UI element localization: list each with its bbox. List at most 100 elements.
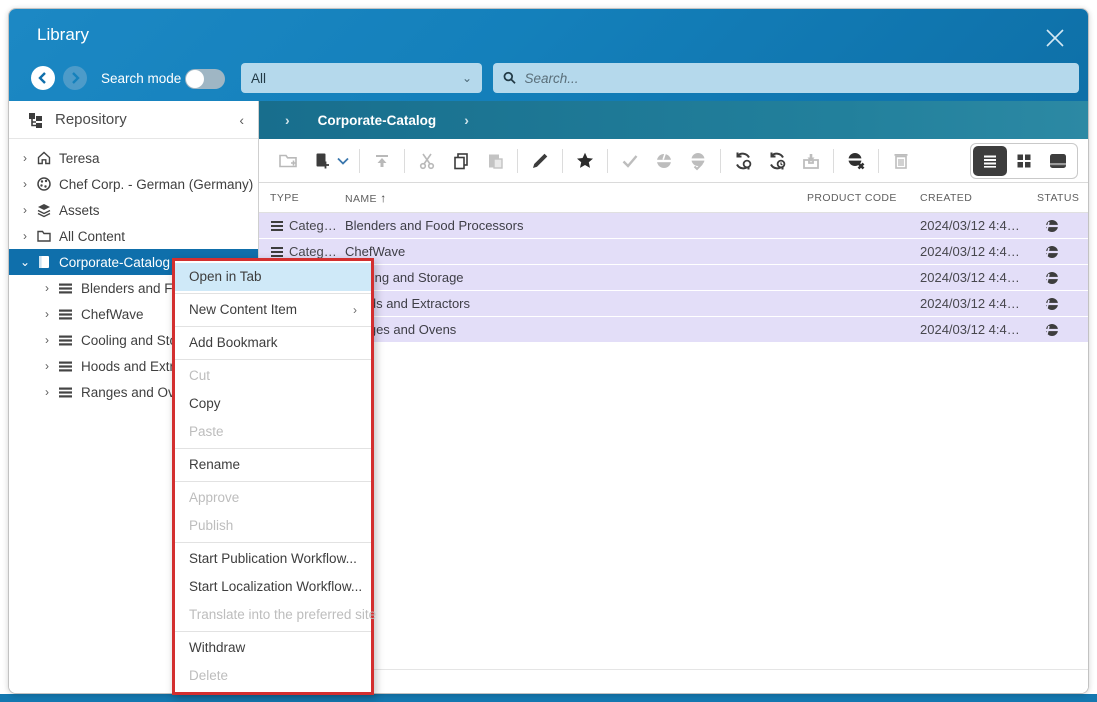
name-cell: Ranges and Ovens xyxy=(345,322,807,337)
tree-item-label: Corporate-Catalog xyxy=(59,255,170,270)
tree-item-label: ChefWave xyxy=(81,307,144,322)
menu-item-translate-preferred-site[interactable]: Translate into the preferred site xyxy=(175,601,371,629)
tree-item-label: All Content xyxy=(59,229,125,244)
category-icon xyxy=(57,306,74,323)
thumbnail-view-button[interactable] xyxy=(1007,146,1041,176)
menu-item-new-content-item[interactable]: New Content Item› xyxy=(175,296,371,324)
copy-button[interactable] xyxy=(447,146,475,176)
expander-icon[interactable]: › xyxy=(41,385,53,399)
repository-tree-icon xyxy=(27,111,45,129)
expander-icon[interactable]: › xyxy=(19,177,31,191)
expander-icon[interactable]: › xyxy=(41,359,53,373)
localization-workflow-button[interactable] xyxy=(763,146,791,176)
toolbar-separator xyxy=(833,149,834,173)
menu-item-delete[interactable]: Delete xyxy=(175,662,371,690)
toolbar-separator xyxy=(720,149,721,173)
assets-icon xyxy=(35,202,52,219)
menu-item-publish[interactable]: Publish xyxy=(175,512,371,540)
catalog-icon xyxy=(35,254,52,271)
table-row[interactable]: Categ… Hoods and Extractors 2024/03/12 4… xyxy=(259,291,1088,316)
menu-item-copy[interactable]: Copy xyxy=(175,390,371,418)
publication-workflow-button[interactable] xyxy=(729,146,757,176)
card-view-button[interactable] xyxy=(1041,146,1075,176)
name-cell: Cooling and Storage xyxy=(345,270,807,285)
created-cell: 2024/03/12 4:4… xyxy=(920,270,1037,285)
app-background-strip xyxy=(0,694,1097,702)
expander-icon[interactable]: › xyxy=(41,281,53,295)
toolbar-separator xyxy=(517,149,518,173)
chevron-down-icon xyxy=(337,157,349,165)
menu-item-start-publication-workflow[interactable]: Start Publication Workflow... xyxy=(175,545,371,573)
bookmark-button[interactable] xyxy=(571,146,599,176)
upload-button[interactable] xyxy=(368,146,396,176)
column-header-status[interactable]: STATUS xyxy=(1037,192,1088,204)
tree-item-assets[interactable]: › Assets xyxy=(9,197,258,223)
menu-separator xyxy=(175,481,371,482)
new-folder-button[interactable] xyxy=(274,146,302,176)
expander-icon[interactable]: › xyxy=(19,229,31,243)
delete-button[interactable] xyxy=(887,146,915,176)
breadcrumb-item[interactable]: Corporate-Catalog xyxy=(318,113,437,128)
approve-button[interactable] xyxy=(616,146,644,176)
table-row[interactable]: Categ… Blenders and Food Processors 2024… xyxy=(259,213,1088,238)
expander-icon[interactable]: › xyxy=(41,333,53,347)
column-header-type[interactable]: TYPE xyxy=(270,192,345,204)
close-icon xyxy=(1043,26,1067,50)
close-button[interactable] xyxy=(1040,23,1070,53)
column-header-created[interactable]: CREATED xyxy=(920,192,1037,204)
menu-item-start-localization-workflow[interactable]: Start Localization Workflow... xyxy=(175,573,371,601)
expander-icon[interactable]: › xyxy=(19,151,31,165)
checkin-button[interactable] xyxy=(797,146,825,176)
paste-button[interactable] xyxy=(481,146,509,176)
collapse-sidebar-button[interactable]: ‹ xyxy=(239,112,244,128)
publish-button[interactable] xyxy=(650,146,678,176)
table-row[interactable]: Categ… ChefWave 2024/03/12 4:4… xyxy=(259,239,1088,264)
expander-icon[interactable]: › xyxy=(41,307,53,321)
back-button[interactable] xyxy=(31,66,55,90)
breadcrumb-chevron-icon[interactable]: › xyxy=(285,112,290,128)
new-content-item-button[interactable] xyxy=(308,146,336,176)
category-icon xyxy=(57,332,74,349)
toggle-knob xyxy=(186,70,204,88)
type-filter-dropdown[interactable]: All ⌄ xyxy=(241,63,482,93)
name-cell: Hoods and Extractors xyxy=(345,296,807,311)
toolbar-separator xyxy=(878,149,879,173)
menu-item-paste[interactable]: Paste xyxy=(175,418,371,446)
menu-item-cut[interactable]: Cut xyxy=(175,362,371,390)
status-cell xyxy=(1037,323,1088,337)
list-view-button[interactable] xyxy=(973,146,1007,176)
table-row[interactable]: Categ… Ranges and Ovens 2024/03/12 4:4… xyxy=(259,317,1088,342)
menu-item-approve[interactable]: Approve xyxy=(175,484,371,512)
menu-item-add-bookmark[interactable]: Add Bookmark xyxy=(175,329,371,357)
view-switcher xyxy=(970,143,1078,179)
menu-item-withdraw[interactable]: Withdraw xyxy=(175,634,371,662)
search-mode-toggle[interactable] xyxy=(185,69,225,89)
expander-icon[interactable]: ⌄ xyxy=(19,255,31,269)
search-icon xyxy=(503,71,516,85)
name-cell: Blenders and Food Processors xyxy=(345,218,807,233)
cut-button[interactable] xyxy=(413,146,441,176)
withdraw-button[interactable] xyxy=(842,146,870,176)
table-row[interactable]: Categ… Cooling and Storage 2024/03/12 4:… xyxy=(259,265,1088,290)
thumbnail-view-icon xyxy=(1015,152,1033,170)
tree-item-chef-corp[interactable]: › Chef Corp. - German (Germany) xyxy=(9,171,258,197)
edit-button[interactable] xyxy=(526,146,554,176)
search-input[interactable] xyxy=(524,71,1069,86)
column-header-product-code[interactable]: PRODUCT CODE xyxy=(807,192,920,204)
column-header-name[interactable]: NAME ↑ xyxy=(345,191,807,205)
menu-item-rename[interactable]: Rename xyxy=(175,451,371,479)
breadcrumb-chevron-icon[interactable]: › xyxy=(464,112,469,128)
arrow-right-icon xyxy=(68,71,82,85)
menu-separator xyxy=(175,448,371,449)
toolbar-separator xyxy=(607,149,608,173)
forward-button[interactable] xyxy=(63,66,87,90)
toolbar-separator xyxy=(562,149,563,173)
tree-item-teresa[interactable]: › Teresa xyxy=(9,145,258,171)
context-menu: Open in Tab New Content Item› Add Bookma… xyxy=(172,258,374,695)
menu-item-open-in-tab[interactable]: Open in Tab xyxy=(175,263,371,291)
publish-check-button[interactable] xyxy=(684,146,712,176)
new-content-item-dropdown[interactable] xyxy=(335,146,351,176)
expander-icon[interactable]: › xyxy=(19,203,31,217)
table-body: Categ… Blenders and Food Processors 2024… xyxy=(259,213,1088,343)
tree-item-all-content[interactable]: › All Content xyxy=(9,223,258,249)
